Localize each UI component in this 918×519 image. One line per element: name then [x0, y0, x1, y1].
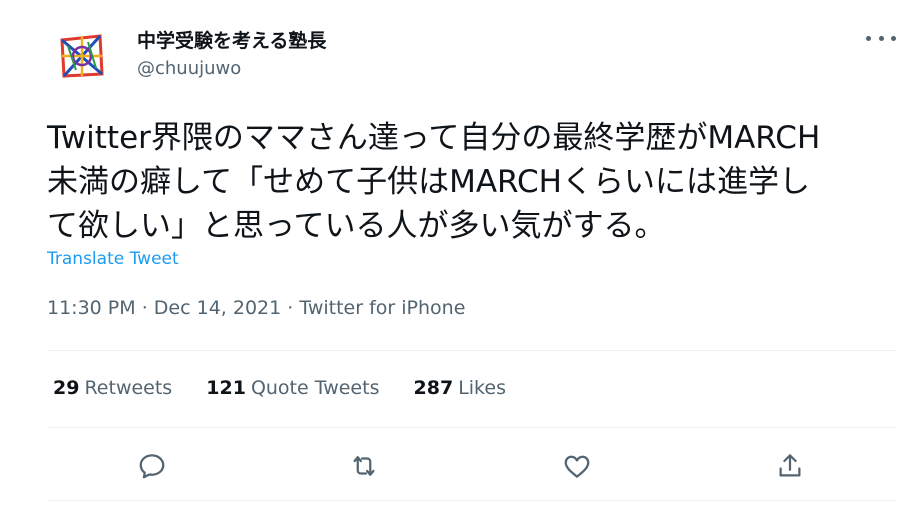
meta-separator: · — [141, 297, 154, 319]
more-button[interactable] — [866, 28, 896, 48]
more-icon-dot — [878, 35, 884, 41]
divider — [47, 500, 896, 501]
tweet-text-line: て欲しい」と思っている人が多い気がする。 — [47, 208, 666, 244]
likes-stat[interactable]: 287 Likes — [414, 377, 506, 399]
divider — [47, 350, 896, 351]
retweets-label: Retweets — [84, 377, 173, 399]
more-icon-dot — [891, 35, 896, 41]
translate-tweet-link[interactable]: Translate Tweet — [47, 249, 179, 269]
likes-label: Likes — [458, 377, 506, 399]
display-name[interactable]: 中学受験を考える塾長 — [137, 26, 326, 53]
reply-button[interactable] — [134, 448, 170, 484]
tweet-text-line: 未満の癖して「せめて子供はMARCHくらいには進学し — [47, 164, 810, 200]
tweet-text-line: Twitter界隈のママさん達って自分の最終学歴がMARCH — [47, 120, 821, 156]
reply-icon — [139, 454, 165, 479]
meta-separator: · — [287, 297, 300, 319]
retweet-button[interactable] — [346, 448, 382, 484]
share-button[interactable] — [772, 448, 808, 484]
divider — [47, 427, 896, 428]
quote-tweets-count: 121 — [206, 377, 246, 399]
tweet-time[interactable]: 11:30 PM — [47, 297, 136, 319]
tweet-source[interactable]: Twitter for iPhone — [299, 297, 465, 319]
tweet-stats: 29 Retweets 121 Quote Tweets 287 Likes — [53, 377, 534, 399]
retweets-stat[interactable]: 29 Retweets — [53, 377, 172, 399]
quote-tweets-label: Quote Tweets — [250, 377, 380, 399]
more-icon — [866, 35, 871, 41]
heart-icon — [564, 455, 590, 478]
retweet-icon — [353, 456, 375, 476]
share-icon — [779, 454, 801, 477]
quote-tweets-stat[interactable]: 121 Quote Tweets — [206, 377, 379, 399]
tweet-meta: 11:30 PM · Dec 14, 2021 · Twitter for iP… — [47, 297, 465, 319]
tweet-date[interactable]: Dec 14, 2021 — [154, 297, 281, 319]
like-button[interactable] — [559, 448, 595, 484]
tweet-text: Twitter界隈のママさん達って自分の最終学歴がMARCH 未満の癖して「せめ… — [47, 116, 907, 248]
user-handle[interactable]: @chuujuwo — [137, 58, 241, 79]
likes-count: 287 — [413, 377, 454, 399]
tweet-actions — [0, 448, 918, 484]
retweets-count: 29 — [53, 377, 80, 399]
avatar[interactable] — [56, 30, 108, 82]
